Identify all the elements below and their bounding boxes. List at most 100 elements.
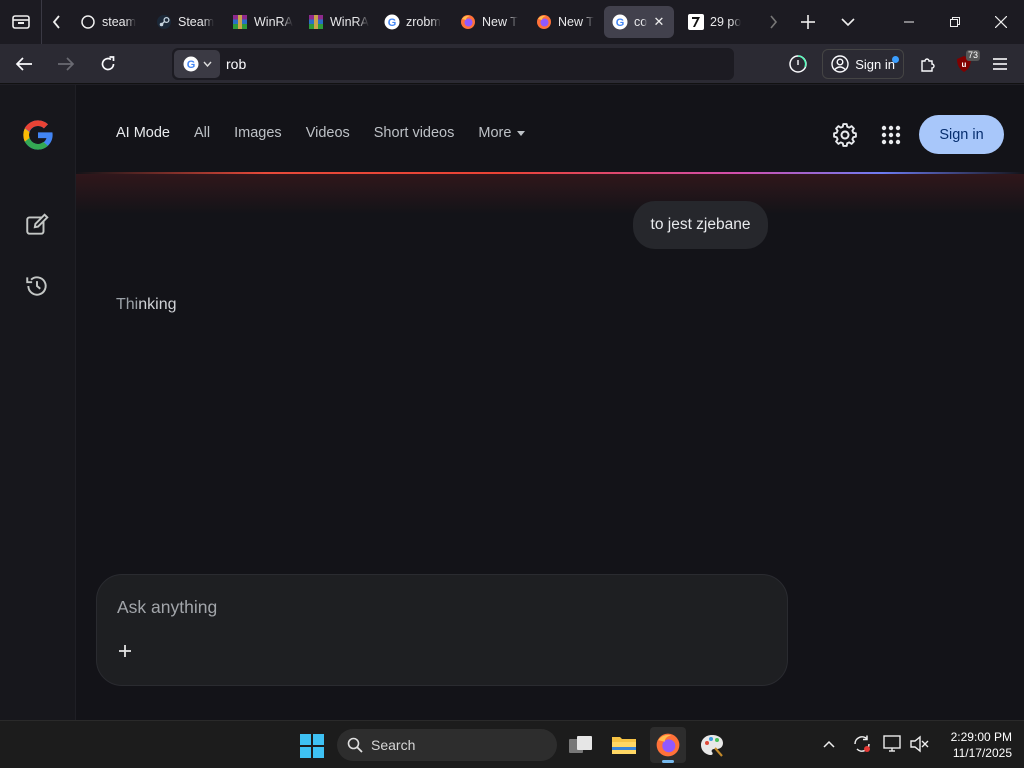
steam-icon	[156, 14, 172, 30]
google-icon: G	[183, 56, 198, 72]
new-chat-icon[interactable]	[24, 212, 50, 238]
file-explorer-button[interactable]	[606, 727, 642, 763]
tab[interactable]: WinRA	[224, 6, 300, 38]
paint-taskbar-button[interactable]	[694, 727, 730, 763]
signin-button[interactable]: Sign in	[919, 115, 1004, 154]
search-engine-button[interactable]: G	[174, 50, 220, 78]
paint-palette-icon	[701, 735, 723, 757]
nav-images[interactable]: Images	[234, 125, 282, 141]
url-input[interactable]: rob	[226, 56, 246, 72]
download-progress-icon	[789, 55, 807, 73]
restore-button[interactable]	[932, 0, 978, 44]
history-icon[interactable]	[24, 273, 50, 299]
chevron-down-icon	[202, 61, 212, 67]
close-icon[interactable]: ✕	[652, 15, 666, 29]
sync-icon	[854, 735, 870, 752]
tab-title: WinRA	[254, 15, 293, 29]
close-window-button[interactable]	[978, 0, 1024, 44]
app-menu-button[interactable]	[982, 48, 1018, 80]
site-7-icon	[688, 14, 704, 30]
tab-title: 29 po	[710, 15, 742, 29]
reload-button[interactable]	[90, 48, 126, 80]
caret-down-icon	[517, 130, 526, 136]
list-all-tabs-button[interactable]	[826, 0, 870, 44]
reload-icon	[101, 55, 115, 70]
firefox-view-button[interactable]	[0, 0, 42, 44]
thinking-text-dim: Thi	[116, 296, 139, 313]
google-icon: G	[384, 14, 400, 30]
left-rail	[0, 85, 76, 720]
steam-icon	[80, 14, 96, 30]
window-controls	[886, 0, 1024, 44]
ai-mode-gradient-divider	[76, 172, 1024, 174]
windows-start-icon[interactable]	[300, 734, 324, 758]
task-view-button[interactable]	[563, 727, 599, 763]
nav-all[interactable]: All	[194, 125, 210, 141]
tab-scroll-left-button[interactable]	[42, 0, 72, 44]
account-signin-label: Sign in	[855, 56, 895, 72]
tab[interactable]: G zrobm	[376, 6, 452, 38]
taskbar-search[interactable]: Search	[337, 729, 557, 761]
hamburger-icon	[993, 58, 1007, 70]
volume-tray-button[interactable]	[908, 733, 930, 755]
tab-title: zrobm	[406, 15, 441, 29]
settings-gear-icon[interactable]	[833, 123, 857, 147]
gradient-haze	[76, 174, 1024, 214]
firefox-view-icon	[11, 15, 30, 29]
account-icon	[831, 55, 849, 73]
chevron-down-icon	[841, 18, 855, 27]
notification-dot	[892, 56, 899, 63]
tab-scroll-right-button[interactable]	[756, 0, 790, 44]
firefox-taskbar-button[interactable]	[650, 727, 686, 763]
restore-icon	[950, 17, 960, 27]
arrow-left-icon	[15, 56, 32, 71]
arrow-right-icon	[58, 56, 75, 71]
tab-title: steam	[102, 15, 137, 29]
chevron-left-icon	[52, 15, 60, 29]
chevron-right-icon	[770, 15, 778, 29]
puzzle-piece-icon	[921, 58, 935, 72]
nav-more-label: More	[478, 125, 512, 141]
network-tray-button[interactable]	[882, 733, 904, 755]
thinking-status: Thinking	[116, 296, 176, 314]
svg-text:G: G	[388, 17, 397, 29]
tab[interactable]: steam	[72, 6, 148, 38]
plus-icon	[801, 15, 815, 29]
tab[interactable]: New T	[452, 6, 528, 38]
minimize-button[interactable]	[886, 0, 932, 44]
new-tab-button[interactable]	[790, 0, 826, 44]
nav-videos[interactable]: Videos	[306, 125, 350, 141]
url-bar[interactable]: G rob	[172, 48, 734, 80]
nav-ai-mode[interactable]: AI Mode	[116, 125, 170, 141]
sync-tray-button[interactable]	[851, 733, 873, 755]
tab[interactable]: Steam	[148, 6, 224, 38]
nav-short-videos[interactable]: Short videos	[374, 125, 455, 141]
google-logo[interactable]	[20, 117, 56, 153]
back-button[interactable]	[6, 48, 42, 80]
chevron-up-icon	[823, 740, 835, 748]
thinking-text: nking	[138, 296, 177, 313]
tray-overflow-button[interactable]	[818, 733, 840, 755]
tab-title: co	[634, 15, 648, 29]
svg-text:G: G	[186, 59, 195, 71]
system-clock[interactable]: 2:29:00 PM 11/17/2025	[938, 729, 1012, 761]
plus-icon[interactable]	[115, 641, 135, 661]
google-apps-icon[interactable]	[879, 123, 903, 147]
ask-input-box[interactable]: Ask anything	[96, 574, 788, 686]
nav-more[interactable]: More	[478, 125, 526, 141]
navigation-toolbar: G rob Sign in u 73	[0, 44, 1024, 84]
close-icon	[995, 16, 1007, 28]
tab[interactable]: WinRA	[300, 6, 376, 38]
extensions-button[interactable]	[910, 48, 946, 80]
tab-active[interactable]: G co ✕	[604, 6, 674, 38]
forward-button[interactable]	[48, 48, 84, 80]
ublock-extension-button[interactable]: u 73	[946, 48, 982, 80]
account-signin-button[interactable]: Sign in	[822, 49, 904, 79]
downloads-button[interactable]	[780, 48, 816, 80]
tab[interactable]: 29 po	[680, 6, 756, 38]
ask-input-placeholder[interactable]: Ask anything	[117, 597, 217, 618]
active-app-indicator	[662, 760, 674, 763]
firefox-icon	[460, 14, 476, 30]
svg-text:G: G	[616, 17, 625, 29]
tab[interactable]: New T	[528, 6, 604, 38]
